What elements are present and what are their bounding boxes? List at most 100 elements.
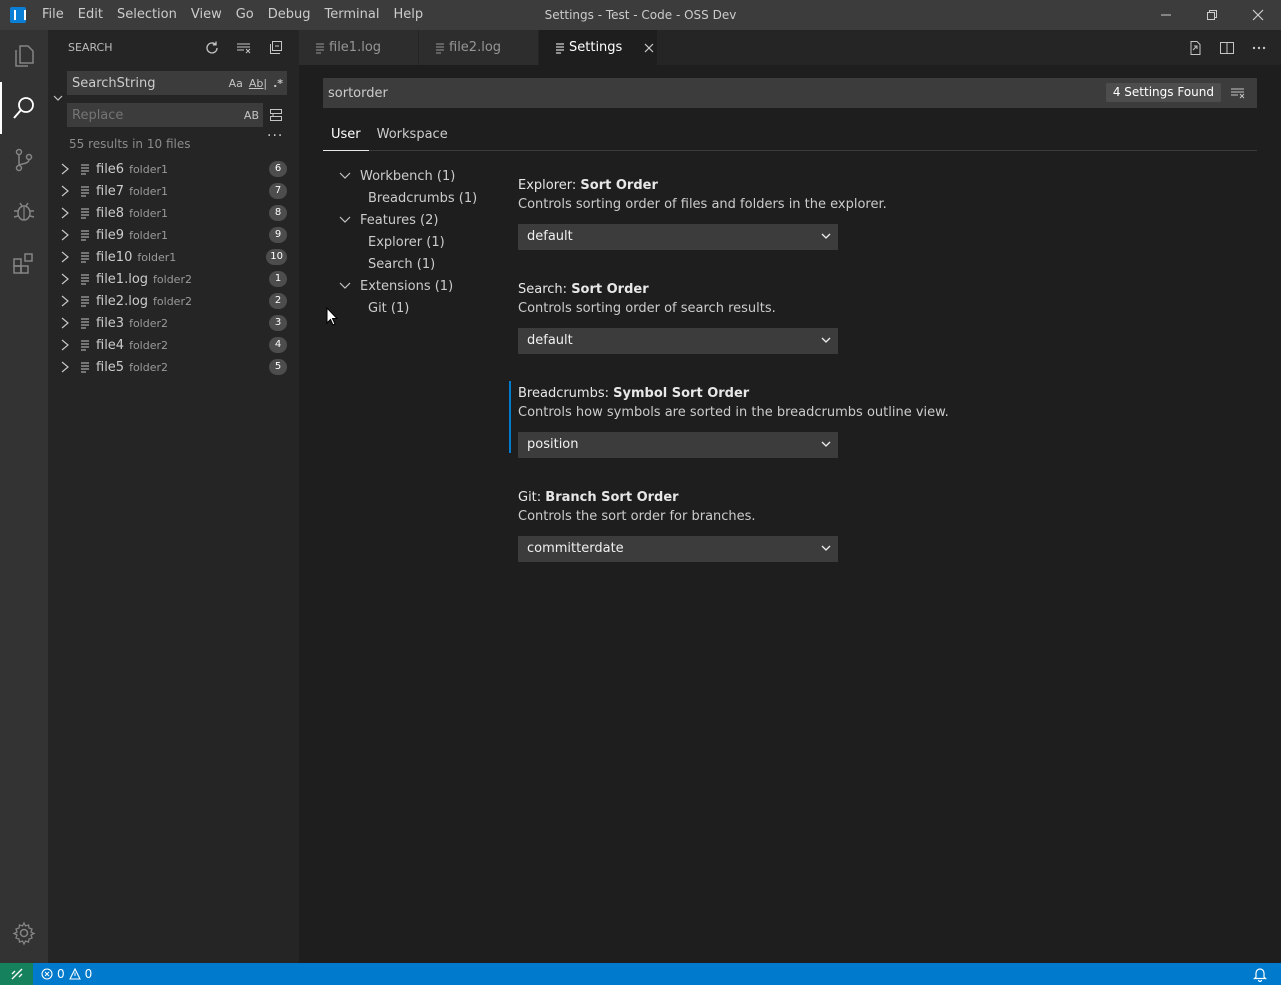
chevron-right-icon[interactable] (60, 317, 72, 329)
window-controls (1143, 0, 1281, 30)
result-file-row[interactable]: file3 folder2 3 (48, 312, 299, 334)
toc-item-extensions[interactable]: Extensions (1) (339, 275, 509, 297)
setting-select[interactable]: default (518, 328, 838, 354)
close-icon (1252, 9, 1264, 21)
menu-terminal[interactable]: Terminal (318, 0, 387, 30)
tab-file1-log[interactable]: file1.log (299, 30, 419, 65)
whole-word-toggle[interactable]: Ab| (249, 77, 267, 90)
toc-item-workbench[interactable]: Workbench (1) (339, 165, 509, 187)
activity-source-control[interactable] (0, 134, 48, 186)
toc-label: Explorer (1) (368, 234, 445, 250)
result-file-row[interactable]: file10 folder1 10 (48, 246, 299, 268)
remote-button[interactable] (0, 963, 33, 985)
result-file-row[interactable]: file8 folder1 8 (48, 202, 299, 224)
minimize-button[interactable] (1143, 0, 1189, 30)
setting-description: Controls sorting order of search results… (518, 301, 776, 316)
result-file-row[interactable]: file6 folder1 6 (48, 158, 299, 180)
result-file-row[interactable]: file9 folder1 9 (48, 224, 299, 246)
chevron-right-icon[interactable] (60, 207, 72, 219)
preserve-case-toggle[interactable]: AB (244, 109, 259, 122)
result-file-row[interactable]: file4 folder2 4 (48, 334, 299, 356)
chevron-right-icon[interactable] (60, 163, 72, 175)
tab-workspace[interactable]: Workspace (369, 120, 456, 150)
settings-list: Explorer: Sort Order Controls sorting or… (509, 173, 1209, 589)
error-icon (41, 968, 53, 980)
result-file-row[interactable]: file1.log folder2 1 (48, 268, 299, 290)
setting-select[interactable]: committerdate (518, 536, 838, 562)
toc-item-search[interactable]: Search (1) (339, 253, 509, 275)
result-folder-name: folder2 (129, 316, 169, 330)
setting-title: Explorer: Sort Order (518, 173, 1209, 194)
open-file-icon (1190, 40, 1201, 55)
setting-breadcrumbs-symbol-sort-order: Breadcrumbs: Symbol Sort Order Controls … (509, 381, 1209, 485)
tab-user[interactable]: User (323, 120, 369, 151)
collapse-all-button[interactable] (263, 37, 289, 59)
activity-explorer[interactable] (0, 30, 48, 82)
split-editor-button[interactable] (1217, 38, 1237, 58)
result-file-row[interactable]: file2.log folder2 2 (48, 290, 299, 312)
toc-item-features[interactable]: Features (2) (339, 209, 509, 231)
result-folder-name: folder1 (129, 184, 169, 198)
activity-debug[interactable] (0, 186, 48, 238)
more-options-button[interactable]: ··· (267, 128, 283, 144)
chevron-right-icon[interactable] (60, 229, 72, 241)
sidebar-title: SEARCH (68, 41, 113, 54)
chevron-right-icon[interactable] (60, 361, 72, 373)
menu-selection[interactable]: Selection (110, 0, 184, 30)
sidebar-actions (199, 30, 289, 65)
chevron-down-icon (339, 281, 353, 291)
chevron-right-icon[interactable] (60, 273, 72, 285)
menu-view[interactable]: View (184, 0, 229, 30)
chevron-down-icon[interactable] (52, 92, 64, 104)
chevron-down-icon (820, 334, 832, 346)
problems-indicator[interactable]: 0 0 (33, 967, 92, 981)
toc-item-explorer[interactable]: Explorer (1) (339, 231, 509, 253)
more-actions-button[interactable] (1249, 38, 1269, 58)
setting-select[interactable]: position (518, 432, 838, 458)
tab-file2-log[interactable]: file2.log (419, 30, 539, 65)
result-folder-name: folder2 (153, 294, 192, 308)
minimize-icon (1161, 14, 1171, 16)
chevron-down-icon (820, 542, 832, 554)
warning-count: 0 (84, 967, 93, 981)
setting-select[interactable]: default (518, 224, 838, 250)
menu-file[interactable]: File (35, 0, 71, 30)
toc-label: Extensions (1) (360, 278, 454, 294)
activity-search[interactable] (0, 82, 48, 134)
refresh-button[interactable] (199, 37, 225, 59)
tab-settings[interactable]: Settings (539, 30, 658, 65)
regex-toggle[interactable]: .* (273, 77, 283, 90)
chevron-right-icon[interactable] (60, 339, 72, 351)
activity-extensions[interactable] (0, 238, 48, 290)
bell-icon[interactable] (1253, 966, 1267, 982)
search-input[interactable] (67, 75, 217, 91)
replace-all-button[interactable] (267, 106, 285, 124)
toc-item-breadcrumbs[interactable]: Breadcrumbs (1) (339, 187, 509, 209)
clear-results-button[interactable] (231, 37, 257, 59)
menu-help[interactable]: Help (386, 0, 430, 30)
result-file-row[interactable]: file7 folder1 7 (48, 180, 299, 202)
file-icon (80, 251, 92, 263)
chevron-right-icon[interactable] (60, 185, 72, 197)
toc-item-git[interactable]: Git (1) (339, 297, 509, 319)
close-window-button[interactable] (1235, 0, 1281, 30)
replace-input[interactable] (67, 107, 217, 123)
toc-label: Features (2) (360, 212, 439, 228)
menu-go[interactable]: Go (229, 0, 261, 30)
chevron-right-icon[interactable] (60, 251, 72, 263)
close-tab-icon[interactable] (644, 43, 654, 53)
settings-search-input[interactable] (323, 85, 1023, 101)
menu-edit[interactable]: Edit (71, 0, 110, 30)
open-settings-json-button[interactable] (1185, 38, 1205, 58)
match-case-toggle[interactable]: Aa (229, 77, 243, 90)
restore-button[interactable] (1189, 0, 1235, 30)
activity-bar (0, 30, 48, 963)
result-file-row[interactable]: file5 folder2 5 (48, 356, 299, 378)
chevron-right-icon[interactable] (60, 295, 72, 307)
tab-label: Settings (569, 40, 623, 55)
settings-toc: Workbench (1) Breadcrumbs (1) Features (… (339, 165, 509, 319)
menu-debug[interactable]: Debug (261, 0, 318, 30)
file-icon (80, 163, 92, 175)
clear-search-button[interactable] (1229, 84, 1247, 102)
activity-manage[interactable] (0, 907, 48, 959)
